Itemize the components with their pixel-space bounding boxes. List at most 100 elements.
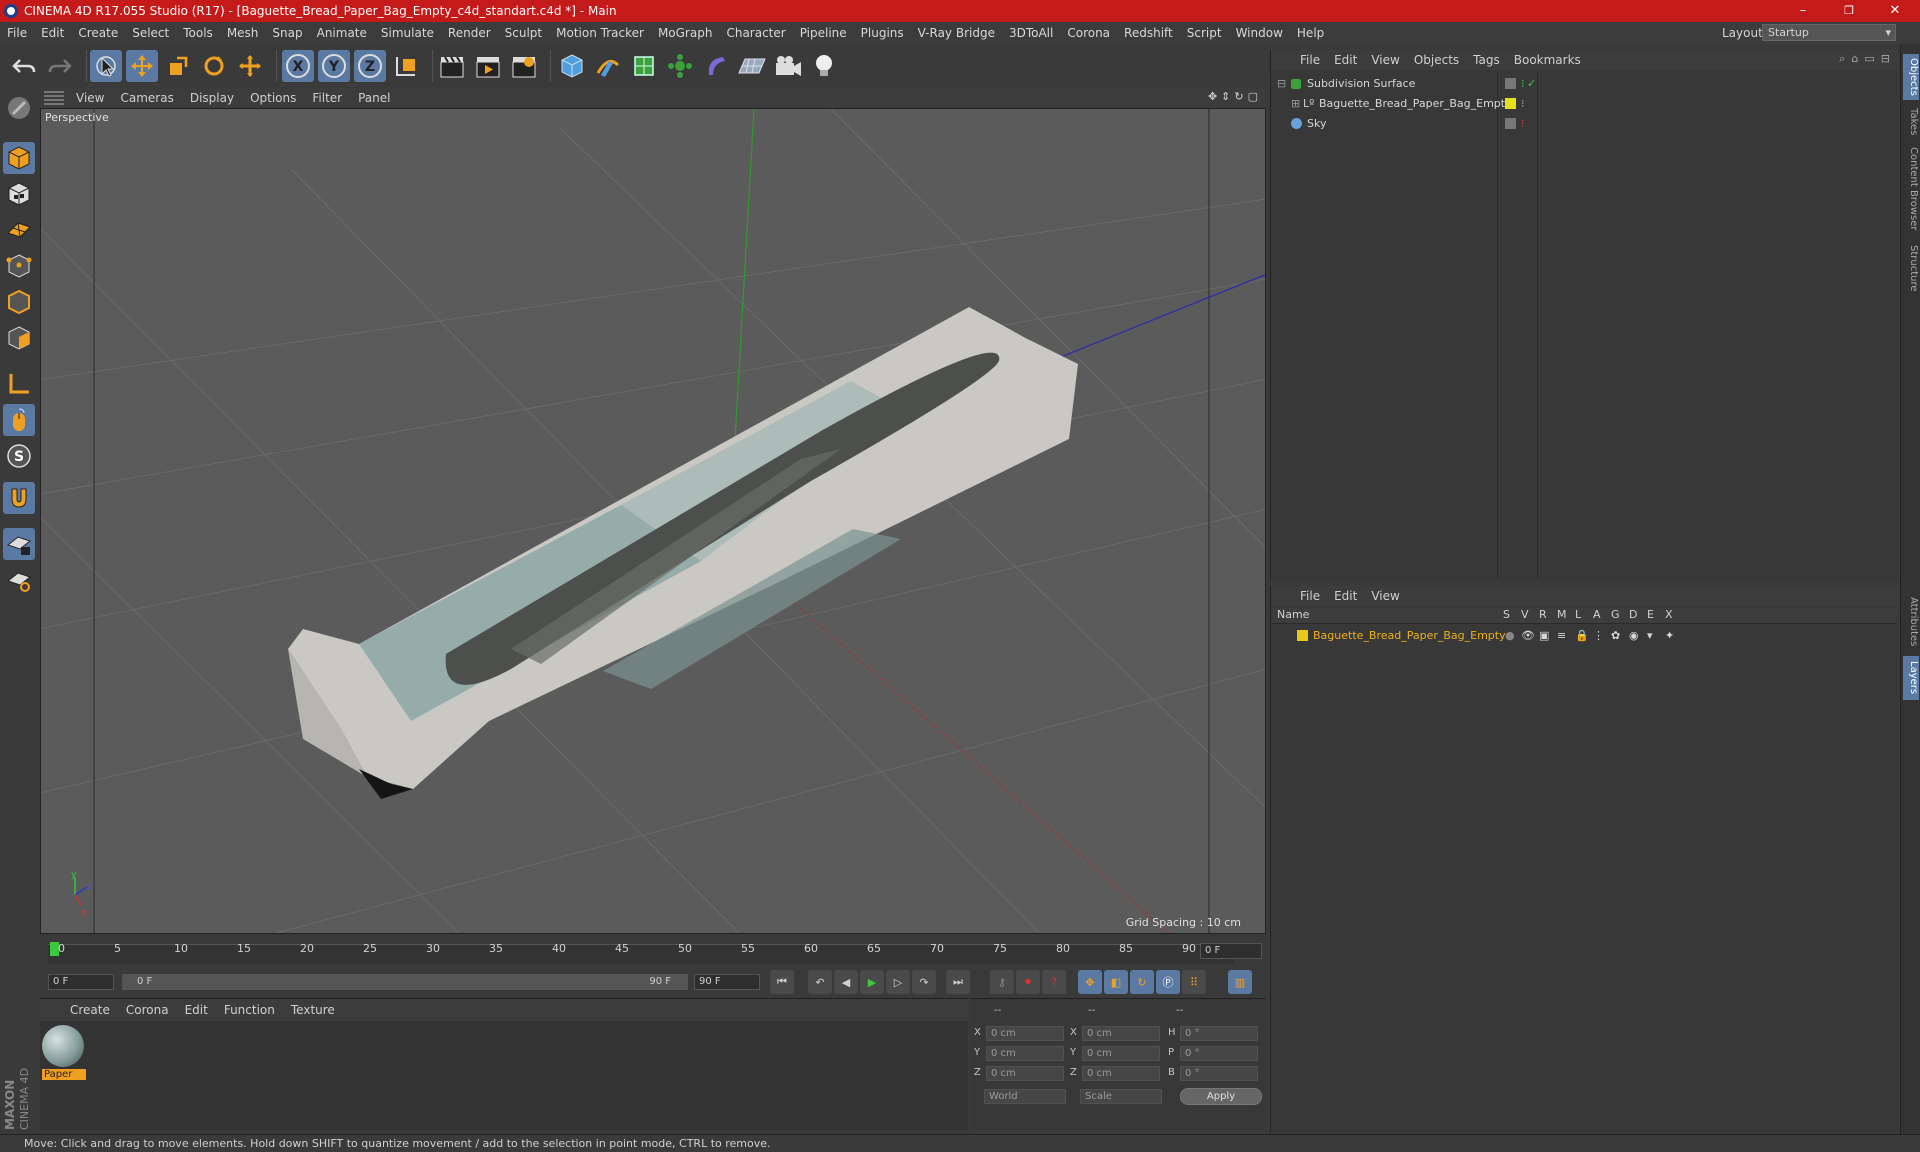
menu-3dtoall[interactable]: 3DToAll bbox=[1002, 26, 1060, 40]
key-position-button[interactable]: ✥ bbox=[1078, 970, 1102, 994]
position-x-field[interactable]: 0 cm bbox=[986, 1026, 1064, 1041]
model-mode-button[interactable] bbox=[3, 142, 35, 174]
menu-vray-bridge[interactable]: V-Ray Bridge bbox=[911, 26, 1002, 40]
xref-toggle-icon[interactable]: ✦ bbox=[1665, 626, 1674, 645]
timeline-ruler[interactable]: 0 5 10 15 20 25 30 35 40 45 50 55 60 65 … bbox=[40, 936, 1266, 968]
expand-icon[interactable]: ⊟ bbox=[1881, 52, 1890, 66]
menu-simulate[interactable]: Simulate bbox=[374, 26, 441, 40]
visibility-dots-icon[interactable]: ⁝ bbox=[1521, 114, 1525, 133]
close-button[interactable]: ✕ bbox=[1872, 0, 1918, 22]
menu-snap[interactable]: Snap bbox=[265, 26, 309, 40]
viewport-menu-view[interactable]: View bbox=[68, 91, 112, 105]
manager-toggle-icon[interactable]: ≡ bbox=[1557, 626, 1566, 645]
enabled-check-icon[interactable]: ✓ bbox=[1527, 74, 1536, 93]
planar-workplane-button[interactable] bbox=[3, 564, 35, 596]
size-x-field[interactable]: 0 cm bbox=[1082, 1026, 1160, 1041]
menu-window[interactable]: Window bbox=[1229, 26, 1290, 40]
menu-script[interactable]: Script bbox=[1180, 26, 1229, 40]
object-menu-edit[interactable]: Edit bbox=[1327, 53, 1364, 67]
material-swatch-paper[interactable]: Paper bbox=[42, 1025, 86, 1081]
key-parameter-button[interactable]: Ⓟ bbox=[1156, 970, 1180, 994]
viewport-menu-filter[interactable]: Filter bbox=[304, 91, 350, 105]
menu-select[interactable]: Select bbox=[125, 26, 176, 40]
viewport-menu-cameras[interactable]: Cameras bbox=[112, 91, 181, 105]
go-to-end-button[interactable]: ⏭ bbox=[946, 970, 970, 994]
rotate-tool-button[interactable] bbox=[198, 50, 230, 82]
snap-settings-button[interactable]: S bbox=[3, 440, 35, 472]
coordinate-mode-select[interactable]: World bbox=[984, 1089, 1066, 1104]
perspective-viewport[interactable]: y z x Perspective Grid Spacing : 10 cm bbox=[40, 108, 1266, 934]
viewport-menu-panel[interactable]: Panel bbox=[350, 91, 398, 105]
make-editable-button[interactable] bbox=[3, 92, 35, 124]
next-frame-button[interactable]: ▷ bbox=[886, 970, 910, 994]
solo-toggle-icon[interactable]: ● bbox=[1505, 626, 1515, 645]
deformer-toggle-icon[interactable]: ◉ bbox=[1629, 626, 1639, 645]
tree-expand-icon[interactable]: ⊞ bbox=[1291, 94, 1300, 113]
maximize-button[interactable]: ❐ bbox=[1826, 0, 1872, 22]
undo-button[interactable] bbox=[8, 50, 40, 82]
object-menu-view[interactable]: View bbox=[1364, 53, 1406, 67]
lock-toggle-icon[interactable]: 🔒 bbox=[1575, 626, 1589, 645]
z-axis-lock-button[interactable]: Z bbox=[354, 50, 386, 82]
key-rotation-button[interactable]: ↻ bbox=[1130, 970, 1154, 994]
tab-layers[interactable]: Layers bbox=[1903, 656, 1919, 700]
menu-edit[interactable]: Edit bbox=[34, 26, 71, 40]
material-menu-texture[interactable]: Texture bbox=[283, 1003, 343, 1017]
rotation-p-field[interactable]: 0 ° bbox=[1180, 1046, 1258, 1061]
menu-render[interactable]: Render bbox=[441, 26, 498, 40]
rotation-b-field[interactable]: 0 ° bbox=[1180, 1066, 1258, 1081]
home-icon[interactable]: ⌂ bbox=[1851, 52, 1858, 66]
key-scale-button[interactable]: ◧ bbox=[1104, 970, 1128, 994]
layout-select[interactable]: Startup ▾ bbox=[1762, 24, 1896, 41]
workplane-mode-button[interactable] bbox=[3, 214, 35, 246]
material-menu-edit[interactable]: Edit bbox=[177, 1003, 216, 1017]
tweak-mode-button[interactable] bbox=[3, 404, 35, 436]
light-button[interactable] bbox=[808, 50, 840, 82]
cube-primitive-button[interactable] bbox=[556, 50, 588, 82]
object-row-subdivision-surface[interactable]: ⊟ Subdivision Surface ⁝ ✓ bbox=[1273, 74, 1899, 93]
start-frame-field[interactable]: 0 F bbox=[48, 974, 114, 990]
autokey-button[interactable]: ⏺ bbox=[1016, 970, 1040, 994]
layer-color-swatch[interactable] bbox=[1297, 630, 1308, 641]
tree-collapse-icon[interactable]: ⊟ bbox=[1277, 74, 1286, 93]
position-y-field[interactable]: 0 cm bbox=[986, 1046, 1064, 1061]
size-mode-select[interactable]: Scale bbox=[1080, 1089, 1162, 1104]
layer-menu-edit[interactable]: Edit bbox=[1327, 589, 1364, 603]
size-y-field[interactable]: 0 cm bbox=[1082, 1046, 1160, 1061]
menu-tools[interactable]: Tools bbox=[176, 26, 220, 40]
expression-toggle-icon[interactable]: ▾ bbox=[1647, 626, 1653, 645]
x-axis-lock-button[interactable]: X bbox=[282, 50, 314, 82]
prev-key-button[interactable]: ↶ bbox=[808, 970, 832, 994]
animation-toggle-icon[interactable]: ⋮ bbox=[1593, 626, 1604, 645]
object-menu-tags[interactable]: Tags bbox=[1466, 53, 1507, 67]
floor-button[interactable] bbox=[736, 50, 768, 82]
zoom-view-icon[interactable]: ⇕ bbox=[1221, 90, 1230, 103]
workplane-lock-button[interactable] bbox=[3, 528, 35, 560]
object-row-sky[interactable]: Sky ⁝ bbox=[1273, 114, 1899, 133]
menu-help[interactable]: Help bbox=[1290, 26, 1331, 40]
deformer-button[interactable] bbox=[700, 50, 732, 82]
menu-corona[interactable]: Corona bbox=[1060, 26, 1117, 40]
menu-redshift[interactable]: Redshift bbox=[1117, 26, 1180, 40]
minimize-button[interactable]: – bbox=[1780, 0, 1826, 22]
render-to-picture-viewer-button[interactable] bbox=[472, 50, 504, 82]
viewport-menu-display[interactable]: Display bbox=[182, 91, 242, 105]
object-menu-objects[interactable]: Objects bbox=[1407, 53, 1466, 67]
render-view-button[interactable] bbox=[436, 50, 468, 82]
material-menu-create[interactable]: Create bbox=[62, 1003, 118, 1017]
visibility-dots-icon[interactable]: ⁝ bbox=[1521, 74, 1525, 93]
record-keys-button[interactable]: ⚷ bbox=[990, 970, 1014, 994]
texture-mode-button[interactable] bbox=[3, 178, 35, 210]
current-frame-field[interactable]: 0 F bbox=[1200, 943, 1262, 959]
layer-row-baguette[interactable]: Baguette_Bread_Paper_Bag_Empty ● 👁 ▣ ≡ 🔒… bbox=[1271, 626, 1897, 645]
layer-menu-file[interactable]: File bbox=[1293, 589, 1327, 603]
tab-structure[interactable]: Structure bbox=[1903, 240, 1919, 296]
pen-spline-button[interactable] bbox=[592, 50, 624, 82]
enable-snap-button[interactable] bbox=[3, 482, 35, 514]
points-mode-button[interactable] bbox=[3, 250, 35, 282]
layer-menu-view[interactable]: View bbox=[1364, 589, 1406, 603]
axis-mode-button[interactable] bbox=[3, 368, 35, 400]
object-menu-bookmarks[interactable]: Bookmarks bbox=[1507, 53, 1588, 67]
preview-range-slider[interactable]: 0 F 90 F bbox=[122, 974, 688, 990]
render-settings-button[interactable] bbox=[508, 50, 540, 82]
